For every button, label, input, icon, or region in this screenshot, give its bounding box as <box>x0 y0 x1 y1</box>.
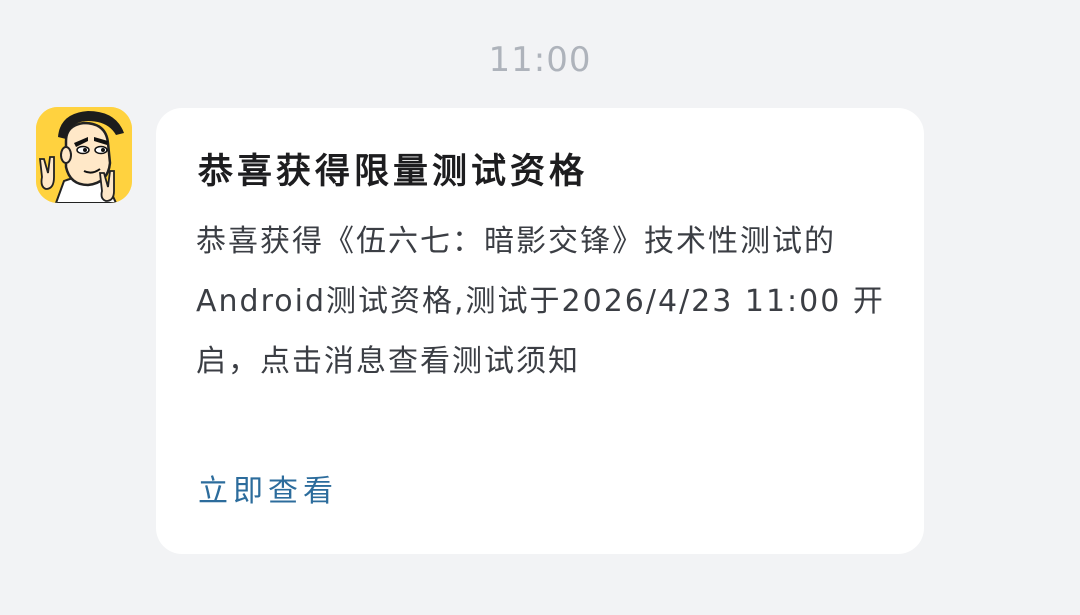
view-now-link[interactable]: 立即查看 <box>198 470 338 514</box>
message-timestamp: 11:00 <box>488 40 592 80</box>
message-card[interactable]: 恭喜获得限量测试资格 恭喜获得《伍六七：暗影交锋》技术性测试的Android测试… <box>156 108 924 554</box>
cartoon-avatar-icon <box>36 107 132 203</box>
message-body: 恭喜获得《伍六七：暗影交锋》技术性测试的Android测试资格,测试于2026/… <box>196 224 885 379</box>
message-title: 恭喜获得限量测试资格 <box>198 152 589 192</box>
sender-avatar[interactable] <box>36 107 132 203</box>
